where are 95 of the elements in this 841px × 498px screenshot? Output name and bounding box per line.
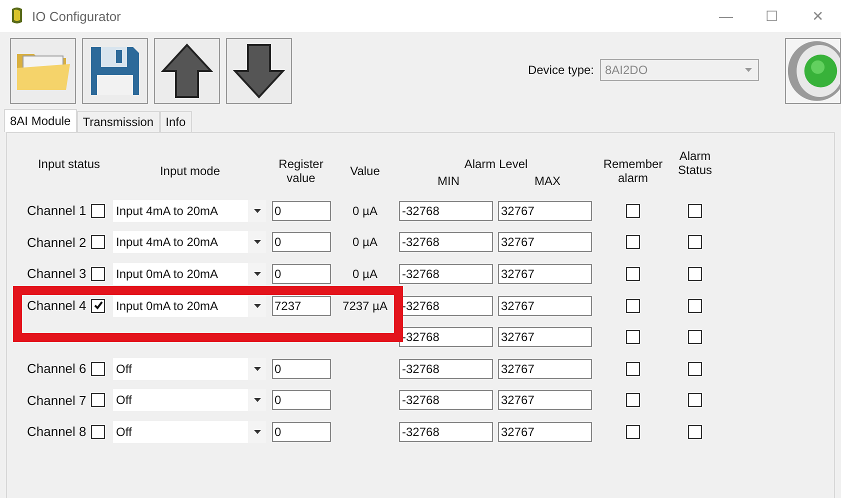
value-text: 0 µA	[352, 204, 378, 218]
checkbox[interactable]	[626, 362, 640, 376]
input-mode-dropdown[interactable]: Input 4mA to 20mA	[113, 200, 266, 222]
alarm-max-field[interactable]: 32767	[498, 200, 592, 221]
channel-label: Channel 3	[27, 266, 86, 282]
value-text: 0 µA	[352, 235, 378, 250]
caret-icon	[254, 272, 260, 276]
input-mode-dropdown[interactable]: Off	[113, 358, 266, 380]
checkbox[interactable]	[626, 424, 640, 439]
alarm-max-field[interactable]: 32767	[498, 358, 592, 379]
checkbox[interactable]	[688, 424, 702, 439]
window-control[interactable]: ✕	[795, 8, 841, 24]
column-header: Value	[349, 163, 381, 178]
checkbox[interactable]	[626, 204, 640, 218]
checkbox[interactable]	[91, 204, 105, 218]
register-value-field[interactable]: 0	[272, 422, 330, 442]
checkbox[interactable]	[688, 235, 702, 250]
caret-icon	[254, 398, 260, 402]
column-header: Input status	[36, 156, 102, 171]
column-header: Register value	[278, 156, 324, 185]
checkbox[interactable]	[626, 298, 640, 313]
register-value-field[interactable]: 0	[272, 232, 330, 252]
checkbox[interactable]	[626, 235, 640, 250]
register-value-field[interactable]: 0	[272, 390, 330, 410]
upload-button[interactable]	[154, 38, 220, 104]
alarm-min-field[interactable]: -32768	[399, 327, 493, 348]
alarm-max-field[interactable]: 32767	[498, 327, 592, 348]
checkbox[interactable]	[626, 393, 640, 408]
channel-label: Channel 6	[27, 361, 86, 376]
checkbox[interactable]	[91, 298, 105, 313]
input-mode-dropdown[interactable]: Input 0mA to 20mA	[113, 262, 266, 285]
alarm-max-field[interactable]: 32767	[498, 296, 592, 316]
alarm-max-field[interactable]: 32767	[498, 422, 592, 442]
alarm-min-field[interactable]: -32768	[399, 422, 493, 442]
device-type-label: Device type:	[528, 63, 594, 77]
column-header: Remember alarm	[602, 156, 664, 185]
app-icon	[10, 7, 24, 25]
alarm-max-field[interactable]: 32767	[498, 390, 592, 410]
caret-icon	[254, 366, 260, 371]
download-button[interactable]	[226, 38, 292, 104]
checkbox[interactable]	[626, 330, 640, 344]
open-button[interactable]	[10, 38, 76, 104]
window-control[interactable]: —	[703, 8, 749, 24]
alarm-max-field[interactable]: 32767	[498, 232, 592, 252]
input-mode-dropdown[interactable]: Off	[113, 389, 266, 412]
caret-icon	[254, 430, 260, 434]
checkbox[interactable]	[91, 235, 105, 250]
checkbox[interactable]	[688, 362, 702, 376]
caret-icon	[254, 240, 260, 244]
column-header: MIN	[436, 174, 460, 188]
value-text: 0 µA	[352, 266, 378, 281]
up-arrow-icon	[161, 43, 213, 99]
register-value-field[interactable]: 0	[272, 200, 330, 221]
column-header: Alarm Level	[463, 157, 529, 171]
down-arrow-icon	[233, 43, 285, 99]
alarm-min-field[interactable]: -32768	[399, 390, 493, 410]
caret-icon	[254, 304, 260, 308]
tab[interactable]: Info	[160, 111, 192, 132]
checkbox[interactable]	[91, 362, 105, 376]
window-control[interactable]: ☐	[749, 8, 795, 24]
column-header: MAX	[533, 174, 562, 188]
checkbox[interactable]	[688, 204, 702, 218]
channel-label: Channel 8	[27, 424, 86, 440]
tab[interactable]: Transmission	[76, 111, 160, 132]
caret-icon	[254, 208, 260, 213]
input-mode-dropdown[interactable]: Input 0mA to 20mA	[113, 294, 266, 317]
checkbox[interactable]	[91, 266, 105, 281]
alarm-min-field[interactable]: -32768	[399, 232, 493, 252]
channel-label: Channel 2	[27, 234, 86, 250]
window-title: IO Configurator	[32, 8, 121, 24]
checkbox[interactable]	[688, 393, 702, 408]
input-mode-dropdown[interactable]: Off	[113, 420, 266, 443]
value-text: 7237 µA	[342, 298, 388, 313]
tab[interactable]: 8AI Module	[4, 109, 77, 132]
checkbox[interactable]	[688, 298, 702, 313]
alarm-min-field[interactable]: -32768	[399, 264, 493, 284]
register-value-field[interactable]: 0	[272, 358, 330, 379]
save-button[interactable]	[82, 38, 148, 104]
channel-label: Channel 4	[27, 298, 86, 314]
column-header: Alarm Status	[676, 149, 714, 177]
checkbox[interactable]	[91, 424, 105, 439]
column-header: Input mode	[158, 163, 222, 178]
checkbox[interactable]	[688, 266, 702, 281]
register-value-field[interactable]: 0	[272, 264, 330, 284]
channel-label: Channel 1	[27, 203, 86, 218]
checkbox[interactable]	[91, 393, 105, 408]
checkbox[interactable]	[688, 330, 702, 344]
alarm-max-field[interactable]: 32767	[498, 264, 592, 284]
alarm-min-field[interactable]: -32768	[399, 200, 493, 221]
channel-label: Channel 7	[27, 392, 86, 408]
input-mode-dropdown[interactable]: Input 4mA to 20mA	[113, 231, 266, 254]
alarm-min-field[interactable]: -32768	[399, 358, 493, 379]
caret-icon	[745, 68, 752, 72]
checkbox[interactable]	[626, 266, 640, 281]
register-value-field[interactable]: 7237	[272, 296, 330, 316]
